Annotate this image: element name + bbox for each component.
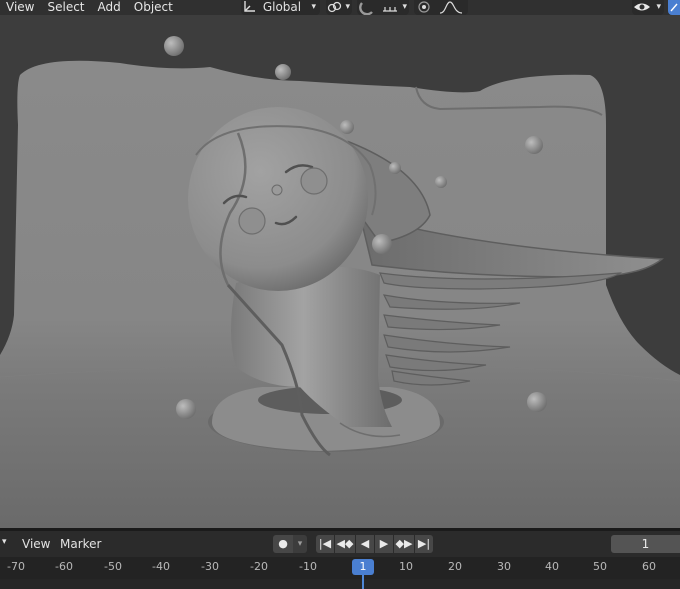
timeline-menu-marker[interactable]: Marker <box>60 537 101 551</box>
jump-to-start-button[interactable]: |◀ <box>316 535 334 553</box>
jump-to-end-icon: ▶| <box>417 537 431 550</box>
ruler-tick: -10 <box>299 560 317 573</box>
frame-ruler[interactable]: -70 -60 -50 -40 -30 -20 -10 10 20 30 40 … <box>0 557 680 579</box>
ruler-tick: -50 <box>104 560 122 573</box>
ruler-tick: -70 <box>7 560 25 573</box>
chevron-down-icon: ▾ <box>656 2 661 12</box>
ruler-tick: 60 <box>642 560 656 573</box>
eye-visibility-icon <box>634 3 650 11</box>
play-reverse-icon: ◀ <box>360 537 370 550</box>
timeline-track-area[interactable] <box>0 579 680 589</box>
jump-to-start-icon: |◀ <box>318 537 332 550</box>
next-keyframe-icon: ◆▶ <box>395 537 413 550</box>
ruler-tick: 40 <box>545 560 559 573</box>
prev-keyframe-icon: ◀◆ <box>336 537 354 550</box>
head <box>188 107 368 291</box>
ruler-tick: -30 <box>201 560 219 573</box>
snap-increment-icon[interactable] <box>381 0 399 15</box>
viewport-scene <box>0 36 680 528</box>
pivot-link-icon <box>327 1 342 13</box>
chevron-down-icon: ▾ <box>345 2 350 12</box>
snapping-controls[interactable]: ▾ <box>357 0 409 15</box>
proportional-editing-controls[interactable] <box>414 0 468 15</box>
prev-keyframe-button[interactable]: ◀◆ <box>335 535 355 553</box>
next-keyframe-button[interactable]: ◆▶ <box>394 535 414 553</box>
editor-type-chevron-icon[interactable]: ▾ <box>2 537 7 547</box>
menu-select[interactable]: Select <box>41 0 91 15</box>
menu-add[interactable]: Add <box>92 0 128 15</box>
visibility-dropdown[interactable]: ▾ <box>632 0 664 15</box>
transform-orientation-dropdown[interactable]: Global ▾ <box>241 0 320 15</box>
ruler-tick: 50 <box>593 560 607 573</box>
3d-viewport[interactable] <box>0 15 680 528</box>
playhead[interactable]: 1 <box>352 559 374 575</box>
menu-object[interactable]: Object <box>128 0 180 15</box>
falloff-curve-icon[interactable] <box>438 0 464 15</box>
chevron-down-icon: ▾ <box>402 2 407 12</box>
record-keyframe-icon: ● <box>278 537 288 550</box>
pivot-point-dropdown[interactable]: ▾ <box>326 0 352 15</box>
proportional-edit-icon[interactable] <box>414 0 434 15</box>
gizmo-toggle-button[interactable] <box>668 0 680 15</box>
menu-view[interactable]: View <box>0 0 41 15</box>
record-keyframe-button[interactable]: ● <box>273 535 293 553</box>
gizmo-toggle-icon <box>670 3 678 12</box>
orientation-label: Global <box>262 0 302 14</box>
record-options-dropdown[interactable]: ▾ <box>293 535 307 553</box>
ruler-tick: -20 <box>250 560 268 573</box>
chevron-down-icon: ▾ <box>311 2 316 12</box>
ruler-tick: -40 <box>152 560 170 573</box>
ruler-tick: 20 <box>448 560 462 573</box>
ruler-tick: 10 <box>399 560 413 573</box>
transform-orientation-icon <box>244 1 255 12</box>
current-frame-field[interactable]: 1 <box>611 535 680 553</box>
timeline-header: ▾ View Marker ● ▾ |◀ ◀◆ ◀ ▶ ◆▶ ▶| 1 <box>0 531 680 557</box>
play-button[interactable]: ▶ <box>375 535 393 553</box>
jump-to-end-button[interactable]: ▶| <box>415 535 433 553</box>
play-icon: ▶ <box>379 537 389 550</box>
play-reverse-button[interactable]: ◀ <box>356 535 374 553</box>
snap-magnet-icon[interactable] <box>357 0 377 15</box>
timeline-menu-view[interactable]: View <box>22 537 50 551</box>
ruler-tick: -60 <box>55 560 73 573</box>
ruler-tick: 30 <box>497 560 511 573</box>
